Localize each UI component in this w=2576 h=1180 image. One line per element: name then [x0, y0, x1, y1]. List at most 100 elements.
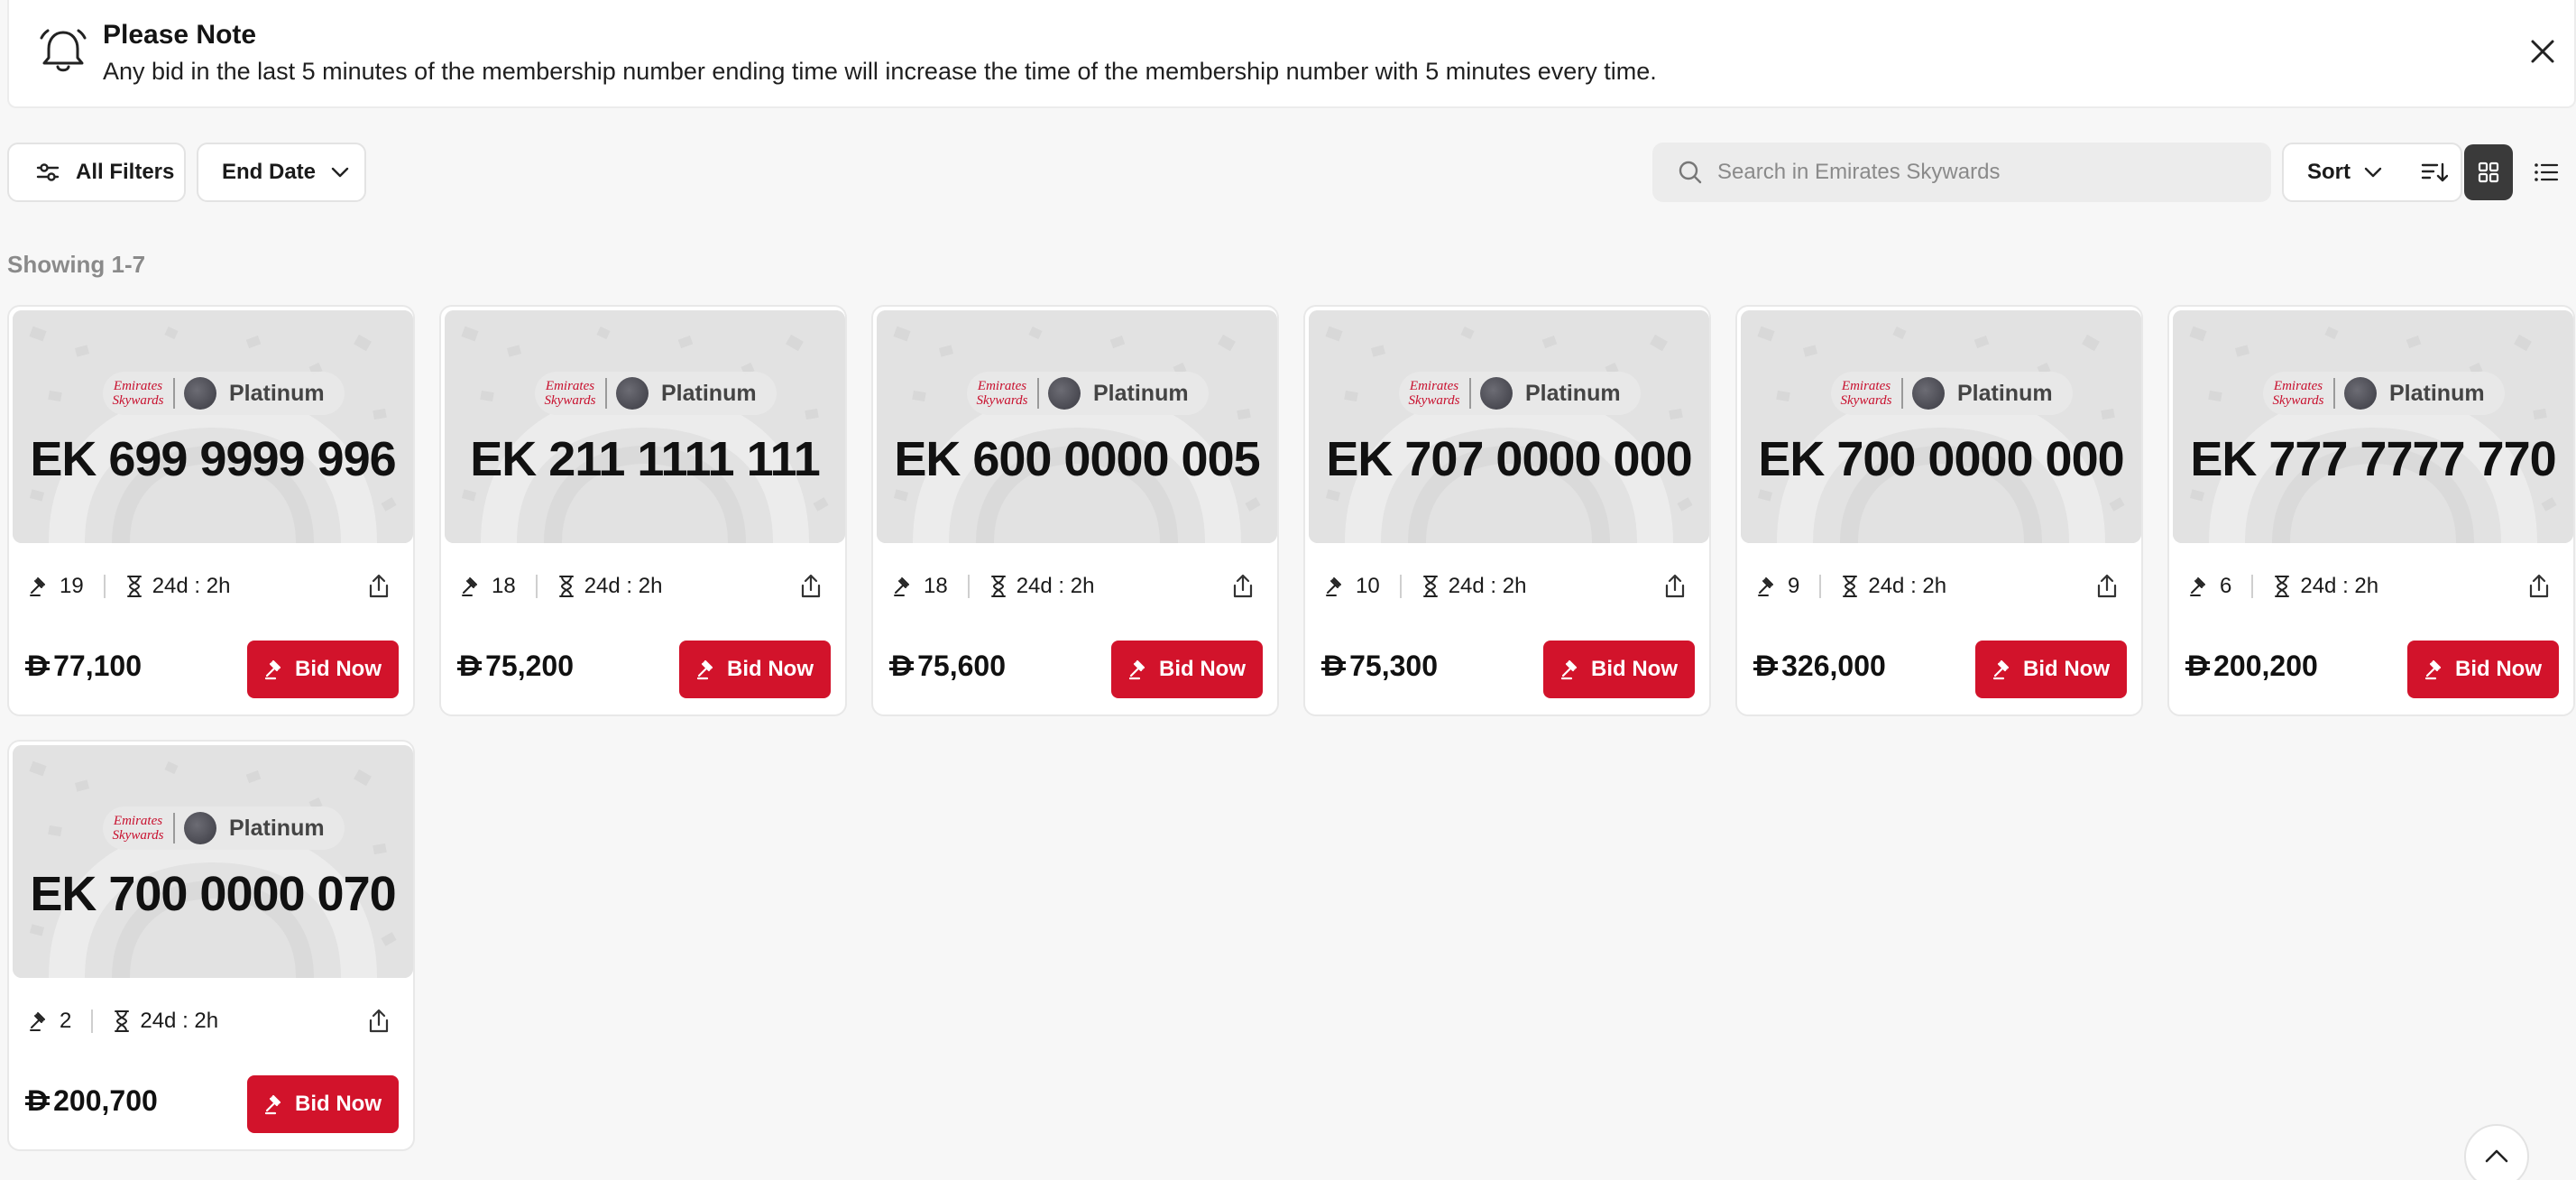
bid-now-button[interactable]: Bid Now — [2407, 641, 2559, 698]
emirates-skywards-logo: Emirates Skywards — [112, 379, 164, 408]
membership-number: EK 600 0000 005 — [894, 432, 1260, 486]
gavel-icon — [2190, 577, 2205, 596]
list-view-button[interactable] — [2522, 144, 2571, 200]
share-button[interactable] — [2521, 568, 2557, 604]
meta-divider — [1399, 575, 1402, 598]
brand-pill: Emirates Skywards Platinum — [535, 372, 777, 415]
share-button[interactable] — [361, 1003, 397, 1039]
emirates-skywards-logo: Emirates Skywards — [976, 379, 1028, 408]
membership-card[interactable]: Emirates Skywards Platinum EK 777 7777 77… — [2167, 305, 2575, 716]
brand-divider — [605, 378, 607, 409]
share-button[interactable] — [1657, 568, 1693, 604]
hourglass-icon — [115, 1010, 130, 1032]
grid-view-button[interactable] — [2464, 144, 2513, 200]
gavel-icon — [1758, 577, 1773, 596]
time-remaining: 24d : 2h — [2273, 574, 2378, 599]
gavel-icon — [1992, 659, 2010, 680]
gavel-icon — [462, 577, 477, 596]
current-price: D 200,700 — [24, 1084, 158, 1117]
banner-pattern — [2173, 310, 2573, 543]
card-banner: Emirates Skywards Platinum EK 700 0000 00… — [1741, 310, 2141, 543]
bid-now-button[interactable]: Bid Now — [1975, 641, 2127, 698]
card-meta: 19 24d : 2h — [29, 568, 230, 604]
sort-dropdown[interactable]: Sort — [2282, 143, 2462, 202]
bid-count: 10 — [1325, 574, 1380, 599]
bid-now-button[interactable]: Bid Now — [1111, 641, 1263, 698]
dirham-currency-icon: D — [24, 1084, 51, 1117]
current-price: D 77,100 — [24, 650, 142, 682]
chevron-up-icon — [2485, 1149, 2508, 1163]
tier-badge-icon — [1480, 377, 1513, 410]
grid-icon — [2478, 161, 2499, 183]
brand-pill: Emirates Skywards Platinum — [967, 372, 1209, 415]
tier-label: Platinum — [661, 380, 757, 406]
emirates-skywards-logo: Emirates Skywards — [112, 814, 164, 843]
membership-card[interactable]: Emirates Skywards Platinum EK 699 9999 99… — [7, 305, 415, 716]
membership-grid: Emirates Skywards Platinum EK 699 9999 99… — [7, 305, 2576, 1153]
gavel-icon — [1560, 659, 1578, 680]
emirates-skywards-logo: Emirates Skywards — [1840, 379, 1892, 408]
all-filters-label: All Filters — [76, 160, 175, 184]
bid-now-button[interactable]: Bid Now — [1543, 641, 1695, 698]
membership-card[interactable]: Emirates Skywards Platinum EK 211 1111 11… — [439, 305, 847, 716]
share-icon — [369, 574, 389, 598]
banner-pattern — [1309, 310, 1709, 543]
share-button[interactable] — [793, 568, 829, 604]
all-filters-button[interactable]: All Filters — [7, 143, 186, 202]
bid-now-button[interactable]: Bid Now — [679, 641, 831, 698]
close-icon[interactable] — [2525, 34, 2560, 69]
card-banner: Emirates Skywards Platinum EK 600 0000 00… — [877, 310, 1277, 543]
current-price: D 75,600 — [888, 650, 1006, 682]
brand-divider — [2333, 378, 2335, 409]
brand-pill: Emirates Skywards Platinum — [103, 372, 345, 415]
membership-card[interactable]: Emirates Skywards Platinum EK 700 0000 07… — [7, 740, 415, 1151]
notice-title: Please Note — [103, 20, 257, 50]
membership-card[interactable]: Emirates Skywards Platinum EK 707 0000 00… — [1303, 305, 1711, 716]
banner-pattern — [13, 310, 413, 543]
membership-card[interactable]: Emirates Skywards Platinum EK 700 0000 00… — [1735, 305, 2143, 716]
share-button[interactable] — [2089, 568, 2125, 604]
brand-pill: Emirates Skywards Platinum — [1831, 372, 2073, 415]
tier-badge-icon — [616, 377, 649, 410]
notice-banner: Please Note Any bid in the last 5 minute… — [7, 0, 2576, 108]
card-meta: 2 24d : 2h — [29, 1003, 218, 1039]
tier-badge-icon — [1048, 377, 1081, 410]
card-meta: 6 24d : 2h — [2189, 568, 2378, 604]
end-date-dropdown[interactable]: End Date — [197, 143, 366, 202]
share-button[interactable] — [1225, 568, 1261, 604]
sort-direction-button[interactable] — [2419, 157, 2450, 188]
search-input[interactable] — [1717, 160, 2259, 185]
time-remaining: 24d : 2h — [113, 1009, 218, 1034]
card-banner: Emirates Skywards Platinum EK 211 1111 11… — [445, 310, 845, 543]
meta-divider — [967, 575, 970, 598]
membership-number: EK 777 7777 770 — [2190, 432, 2556, 486]
tier-label: Platinum — [229, 380, 325, 406]
bid-now-button[interactable]: Bid Now — [247, 641, 399, 698]
time-remaining: 24d : 2h — [557, 574, 662, 599]
gavel-icon — [264, 659, 281, 680]
sort-label: Sort — [2307, 160, 2351, 184]
banner-pattern — [445, 310, 845, 543]
gavel-icon — [894, 577, 909, 596]
gavel-icon — [1128, 659, 1145, 680]
bell-icon — [40, 29, 87, 72]
membership-card[interactable]: Emirates Skywards Platinum EK 600 0000 00… — [871, 305, 1279, 716]
bid-count: 19 — [29, 574, 84, 599]
brand-pill: Emirates Skywards Platinum — [103, 807, 345, 850]
membership-number: EK 707 0000 000 — [1326, 432, 1692, 486]
bid-now-button[interactable]: Bid Now — [247, 1075, 399, 1133]
card-meta: 18 24d : 2h — [461, 568, 662, 604]
brand-divider — [1901, 378, 1903, 409]
share-icon — [1233, 574, 1253, 598]
share-button[interactable] — [361, 568, 397, 604]
membership-number: EK 700 0000 070 — [30, 867, 396, 921]
gavel-icon — [30, 577, 45, 596]
tier-label: Platinum — [1957, 380, 2053, 406]
share-icon — [369, 1009, 389, 1033]
time-remaining: 24d : 2h — [125, 574, 230, 599]
share-icon — [1665, 574, 1685, 598]
scroll-to-top-button[interactable] — [2464, 1124, 2529, 1180]
card-banner: Emirates Skywards Platinum EK 700 0000 07… — [13, 745, 413, 978]
emirates-skywards-logo: Emirates Skywards — [2272, 379, 2324, 408]
brand-divider — [1469, 378, 1471, 409]
